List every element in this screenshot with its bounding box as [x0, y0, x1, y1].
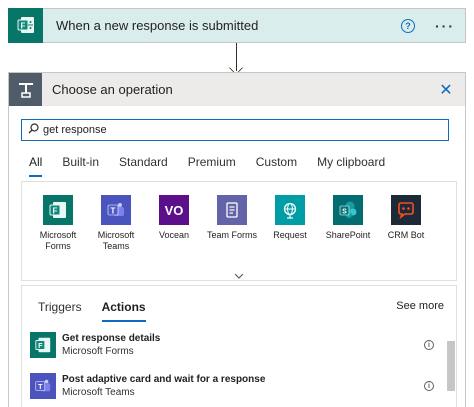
tab-built-in[interactable]: Built-in: [62, 155, 99, 177]
connector-microsoft-teams[interactable]: T Microsoft Teams: [87, 195, 145, 252]
connector-label: Team Forms: [206, 230, 257, 240]
search-box[interactable]: [21, 119, 449, 141]
more-options-icon[interactable]: ···: [435, 18, 455, 34]
connector-label: Microsoft Forms: [39, 230, 77, 251]
svg-text:F: F: [20, 22, 25, 31]
connector-label: Request: [273, 230, 307, 240]
search-icon: [28, 121, 39, 139]
connector-microsoft-forms[interactable]: F Microsoft Forms: [29, 195, 87, 252]
category-tabs: All Built-in Standard Premium Custom My …: [29, 155, 405, 177]
search-input[interactable]: [43, 124, 448, 136]
connector-crm-bot[interactable]: CRM Bot: [377, 195, 435, 252]
operation-panel: Choose an operation ✕ All Built-in Stand…: [8, 72, 466, 407]
tab-triggers[interactable]: Triggers: [38, 300, 82, 322]
microsoft-teams-icon: T: [101, 195, 131, 225]
microsoft-forms-icon: F: [30, 332, 56, 358]
vocean-icon: VO: [159, 195, 189, 225]
chevron-down-icon: [234, 271, 244, 282]
svg-text:F: F: [38, 341, 43, 350]
tab-premium[interactable]: Premium: [188, 155, 236, 177]
action-source: Microsoft Forms: [62, 346, 134, 357]
info-icon[interactable]: i: [424, 381, 434, 391]
tab-all[interactable]: All: [29, 155, 43, 177]
trigger-card[interactable]: F When a new response is submitted ? ···: [8, 7, 466, 43]
tab-my-clipboard[interactable]: My clipboard: [317, 155, 385, 177]
microsoft-forms-icon: F: [8, 7, 43, 43]
tab-actions[interactable]: Actions: [101, 300, 146, 322]
tab-custom[interactable]: Custom: [256, 155, 297, 177]
info-icon[interactable]: i: [424, 340, 434, 350]
microsoft-forms-icon: F: [43, 195, 73, 225]
connector-label: Vocean: [158, 230, 190, 240]
svg-text:F: F: [53, 207, 58, 216]
operation-title: Choose an operation: [52, 82, 173, 97]
connector-label: Microsoft Teams: [97, 230, 135, 251]
triggers-actions-tabs: Triggers Actions: [38, 300, 166, 322]
actions-area: Triggers Actions See more F Get response…: [21, 285, 457, 407]
help-icon[interactable]: ?: [401, 18, 415, 33]
svg-text:S: S: [342, 209, 347, 216]
action-text: Get response details Microsoft Forms: [62, 332, 424, 358]
operation-header: Choose an operation ✕: [9, 73, 465, 106]
action-source: Microsoft Teams: [62, 387, 135, 398]
connector-label: SharePoint: [325, 230, 371, 240]
svg-text:T: T: [111, 207, 116, 216]
svg-text:VO: VO: [165, 203, 184, 218]
connector-list: F Microsoft Forms T Microsoft Teams VO V…: [22, 182, 456, 252]
request-icon: [275, 195, 305, 225]
scrollbar[interactable]: [447, 341, 455, 391]
team-forms-icon: [217, 195, 247, 225]
connector-team-forms[interactable]: Team Forms: [203, 195, 261, 252]
connector-label: CRM Bot: [387, 230, 425, 240]
connector-vocean[interactable]: VO Vocean: [145, 195, 203, 252]
action-name: Get response details: [62, 333, 161, 344]
tab-standard[interactable]: Standard: [119, 155, 168, 177]
microsoft-teams-icon: T: [30, 373, 56, 399]
trigger-title: When a new response is submitted: [56, 18, 259, 33]
connectors-box: F Microsoft Forms T Microsoft Teams VO V…: [21, 181, 457, 281]
close-icon[interactable]: ✕: [435, 79, 457, 101]
connector-request[interactable]: Request: [261, 195, 319, 252]
sharepoint-icon: S: [333, 195, 363, 225]
connector-sharepoint[interactable]: S SharePoint: [319, 195, 377, 252]
action-name: Post adaptive card and wait for a respon…: [62, 374, 266, 385]
operation-icon: [9, 73, 42, 106]
action-item-get-response-details[interactable]: F Get response details Microsoft Forms i: [30, 327, 434, 363]
see-more-link[interactable]: See more: [396, 300, 444, 312]
expand-connectors-button[interactable]: [21, 269, 457, 283]
action-text: Post adaptive card and wait for a respon…: [62, 373, 424, 399]
crm-bot-icon: [391, 195, 421, 225]
svg-text:T: T: [38, 382, 43, 391]
action-item-post-adaptive-card[interactable]: T Post adaptive card and wait for a resp…: [30, 368, 434, 404]
